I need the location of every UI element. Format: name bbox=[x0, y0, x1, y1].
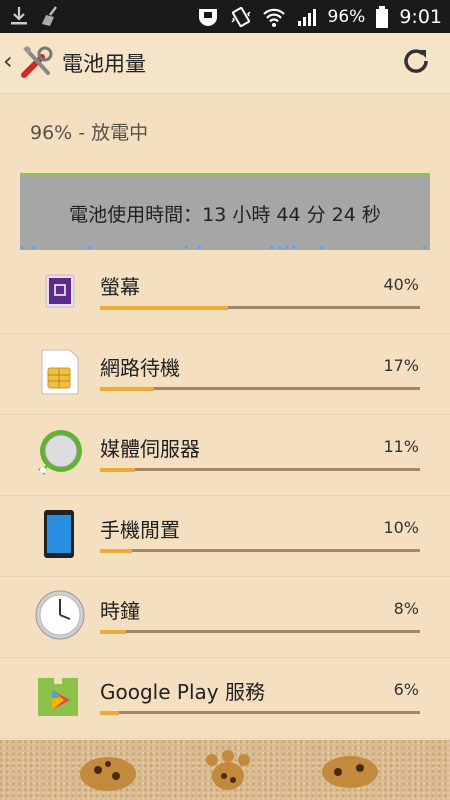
usage-bar-fill bbox=[100, 468, 136, 472]
list-item[interactable]: 媒體伺服器 11% bbox=[0, 415, 450, 496]
clock-time: 9:01 bbox=[399, 5, 442, 28]
item-percent: 17% bbox=[383, 356, 419, 375]
battery-status: 96% - 放電中 bbox=[30, 122, 149, 144]
back-chevron-icon[interactable]: ‹ bbox=[3, 47, 13, 75]
battery-graph[interactable]: 電池使用時間：13 小時 44 分 24 秒 bbox=[20, 173, 430, 250]
item-label: 時鐘 bbox=[100, 599, 140, 623]
clock-icon bbox=[35, 590, 85, 640]
usage-bar bbox=[100, 387, 420, 391]
item-label: 螢幕 bbox=[100, 275, 140, 299]
item-percent: 40% bbox=[383, 275, 419, 294]
usage-bar bbox=[100, 549, 420, 553]
usage-bar bbox=[100, 306, 420, 310]
usage-bar-fill bbox=[100, 630, 126, 634]
sim-card-icon bbox=[41, 349, 79, 395]
item-percent: 11% bbox=[383, 437, 419, 456]
signal-icon bbox=[297, 8, 316, 26]
battery-usage-time: 電池使用時間：13 小時 44 分 24 秒 bbox=[69, 203, 381, 226]
sony-icon bbox=[198, 8, 217, 26]
list-item[interactable]: 時鐘 8% bbox=[0, 577, 450, 658]
item-label: 手機閒置 bbox=[100, 518, 180, 542]
usage-bar-fill bbox=[100, 711, 120, 715]
usage-list: 螢幕 40% 網路待機 17% 媒體伺服器 11% 手機閒置 10% 時鐘 8%… bbox=[0, 253, 450, 739]
item-percent: 10% bbox=[383, 518, 419, 537]
leopard-paw-icon bbox=[322, 756, 378, 788]
usage-bar bbox=[100, 468, 420, 472]
item-percent: 8% bbox=[393, 599, 419, 618]
decorative-footer bbox=[0, 740, 450, 800]
item-label: Google Play 服務 bbox=[100, 680, 265, 704]
status-bar: 96% 9:01 bbox=[0, 0, 450, 33]
list-item[interactable]: Google Play 服務 6% bbox=[0, 658, 450, 739]
puzzle-icon bbox=[38, 678, 78, 716]
graph-ticks bbox=[20, 246, 430, 250]
usage-bar bbox=[100, 630, 420, 634]
page-title: 電池用量 bbox=[62, 52, 146, 76]
usage-bar-fill bbox=[100, 387, 155, 391]
action-bar: ‹ 電池用量 bbox=[0, 33, 450, 94]
item-label: 網路待機 bbox=[100, 356, 180, 380]
item-label: 媒體伺服器 bbox=[100, 437, 200, 461]
usage-bar-fill bbox=[100, 549, 132, 553]
usage-bar-fill bbox=[100, 306, 228, 310]
leopard-paw-icon bbox=[206, 750, 250, 790]
phone-icon bbox=[44, 510, 74, 558]
refresh-icon[interactable] bbox=[400, 45, 432, 77]
vibrate-icon bbox=[231, 6, 251, 27]
wifi-icon bbox=[262, 8, 285, 27]
battery-icon bbox=[376, 5, 389, 28]
download-icon bbox=[11, 7, 27, 25]
usage-bar bbox=[100, 711, 420, 715]
leopard-paw-icon bbox=[80, 757, 136, 791]
list-item[interactable]: 手機閒置 10% bbox=[0, 496, 450, 577]
tools-icon[interactable] bbox=[18, 43, 56, 81]
item-percent: 6% bbox=[393, 680, 419, 699]
media-server-icon bbox=[38, 430, 82, 475]
list-item[interactable]: 網路待機 17% bbox=[0, 334, 450, 415]
battery-percent: 96% bbox=[327, 6, 366, 27]
list-item[interactable]: 螢幕 40% bbox=[0, 253, 450, 334]
broom-icon bbox=[42, 6, 57, 26]
screen-icon bbox=[45, 274, 75, 308]
